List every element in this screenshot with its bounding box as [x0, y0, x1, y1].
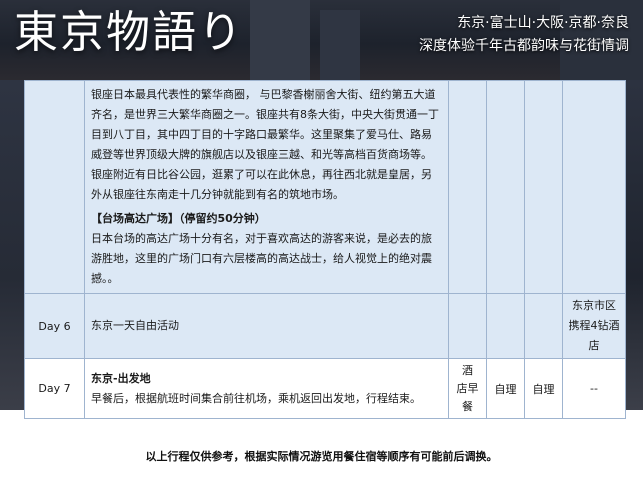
table-row-day6: Day 6 东京一天自由活动 东京市区携程4钻酒店	[24, 293, 626, 359]
breakfast-cell	[448, 293, 487, 359]
background-building	[320, 10, 360, 80]
theme-subtitle: 深度体验千年古都韵味与花街情调	[419, 38, 629, 54]
background-left-edge	[0, 80, 24, 410]
footer-note: 以上行程仅供参考，根据实际情况游览用餐住宿等顺序有可能前后调换。	[145, 450, 498, 463]
dinner-cell	[524, 80, 563, 294]
page-title: 東京物語り	[14, 7, 244, 58]
day7-title: 东京-出发地	[91, 371, 151, 385]
hotel-cell: 东京市区携程4钻酒店	[562, 293, 626, 359]
background-right-edge	[625, 80, 643, 410]
route-subtitle: 东京·富士山·大阪·京都·奈良	[457, 15, 629, 31]
day7-paragraph: 早餐后，根据航班时间集合前往机场，乘机返回出发地，行程结束。	[91, 391, 421, 405]
lunch-cell	[486, 80, 525, 294]
header-banner: 東京物語り 东京·富士山·大阪·京都·奈良 深度体验千年古都韵味与花街情调	[0, 0, 643, 80]
table-row-day7: Day 7 东京-出发地 早餐后，根据航班时间集合前往机场，乘机返回出发地，行程…	[24, 358, 626, 419]
table-row-day5: 银座日本最具代表性的繁华商圈， 与巴黎香榭丽舍大街、纽约第五大道齐名，是世界三大…	[24, 80, 626, 294]
itinerary-table: 银座日本最具代表性的繁华商圈， 与巴黎香榭丽舍大街、纽约第五大道齐名，是世界三大…	[24, 80, 626, 419]
itinerary-description: 东京-出发地 早餐后，根据航班时间集合前往机场，乘机返回出发地，行程结束。	[84, 358, 449, 419]
day-label: Day 6	[24, 293, 85, 359]
lunch-cell: 自理	[486, 358, 525, 419]
dinner-cell: 自理	[524, 358, 563, 419]
hotel-cell: --	[562, 358, 626, 419]
background-building	[250, 0, 310, 80]
ginza-paragraph: 银座日本最具代表性的繁华商圈， 与巴黎香榭丽舍大街、纽约第五大道齐名，是世界三大…	[91, 88, 439, 201]
hotel-cell	[562, 80, 626, 294]
breakfast-cell: 酒 店早餐	[448, 358, 487, 419]
dinner-cell	[524, 293, 563, 359]
itinerary-description: 银座日本最具代表性的繁华商圈， 与巴黎香榭丽舍大街、纽约第五大道齐名，是世界三大…	[84, 80, 449, 294]
day-cell	[24, 80, 85, 294]
day-label: Day 7	[24, 358, 85, 419]
odaiba-paragraph: 日本台场的高达广场十分有名，对于喜欢高达的游客来说，是必去的旅游胜地，这里的广场…	[91, 232, 432, 285]
itinerary-description: 东京一天自由活动	[84, 293, 449, 359]
section-title-odaiba: 【台场高达广场】（停留约50分钟）	[91, 212, 266, 225]
lunch-cell	[486, 293, 525, 359]
breakfast-cell	[448, 80, 487, 294]
